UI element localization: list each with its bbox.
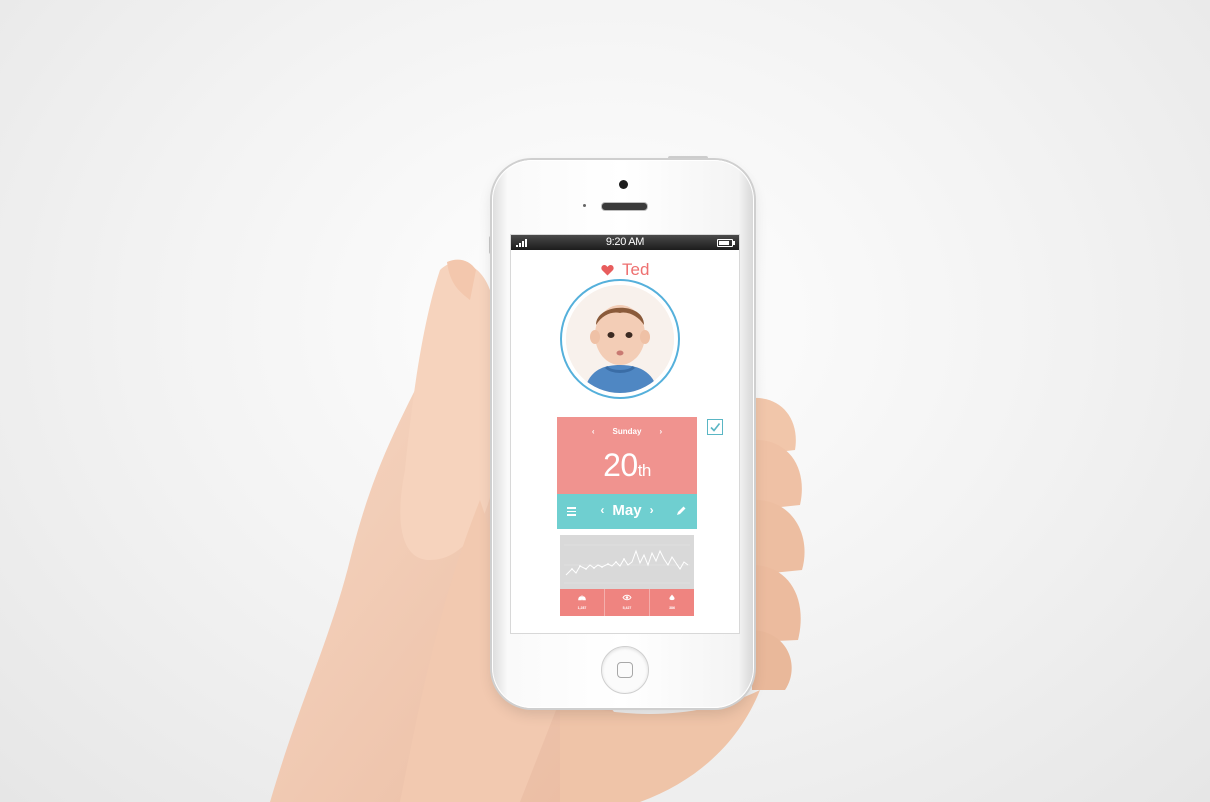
date-number: 20th	[557, 447, 697, 484]
eye-icon	[622, 594, 632, 601]
baby-photo	[566, 285, 674, 393]
check-toggle[interactable]	[707, 419, 723, 435]
month-prev-button[interactable]: ‹	[600, 503, 604, 517]
day-label: Sunday	[612, 427, 642, 436]
status-time: 9:20 AM	[605, 236, 645, 248]
status-bar: 9:20 AM	[511, 235, 739, 250]
proximity-sensor	[583, 204, 586, 207]
month-next-button[interactable]: ›	[650, 503, 654, 517]
profile-header: Ted	[511, 260, 739, 280]
stat-item[interactable]: 5,427	[605, 589, 650, 616]
activity-graph-line	[564, 544, 690, 584]
pencil-icon[interactable]	[675, 505, 687, 517]
stat-item[interactable]: 1,287	[560, 589, 605, 616]
home-square-icon	[617, 662, 633, 678]
activity-graph	[560, 535, 694, 589]
phone-device: 9:20 AM Ted ‹ Sunday › 20th ‹ May › 1,28…	[492, 160, 754, 708]
earpiece-speaker	[601, 202, 648, 211]
heart-icon	[600, 265, 614, 276]
check-icon	[710, 423, 721, 432]
profile-name: Ted	[622, 260, 650, 279]
stat-value: 5,427	[622, 606, 632, 610]
home-button[interactable]	[601, 646, 649, 694]
stat-value: 1,287	[577, 606, 587, 610]
month-label: May	[612, 502, 642, 519]
date-suffix: th	[637, 461, 652, 480]
stat-item[interactable]: 386	[650, 589, 694, 616]
lungs-icon	[578, 595, 586, 601]
stat-value: 386	[669, 606, 675, 610]
front-camera	[619, 180, 628, 189]
avatar[interactable]	[560, 279, 680, 399]
stats-bar: 1,287 5,427 386	[560, 589, 694, 616]
day-selector: ‹ Sunday ›	[557, 427, 697, 436]
day-card: ‹ Sunday › 20th	[557, 417, 697, 494]
drop-icon	[669, 594, 675, 601]
chevron-left-icon[interactable]: ‹	[592, 427, 595, 436]
battery-icon	[717, 239, 735, 247]
phone-screen: 9:20 AM Ted ‹ Sunday › 20th ‹ May › 1,28…	[510, 234, 740, 634]
date-number-value: 20	[603, 447, 638, 483]
month-bar: ‹ May ›	[557, 494, 697, 529]
chevron-right-icon[interactable]: ›	[659, 427, 662, 436]
